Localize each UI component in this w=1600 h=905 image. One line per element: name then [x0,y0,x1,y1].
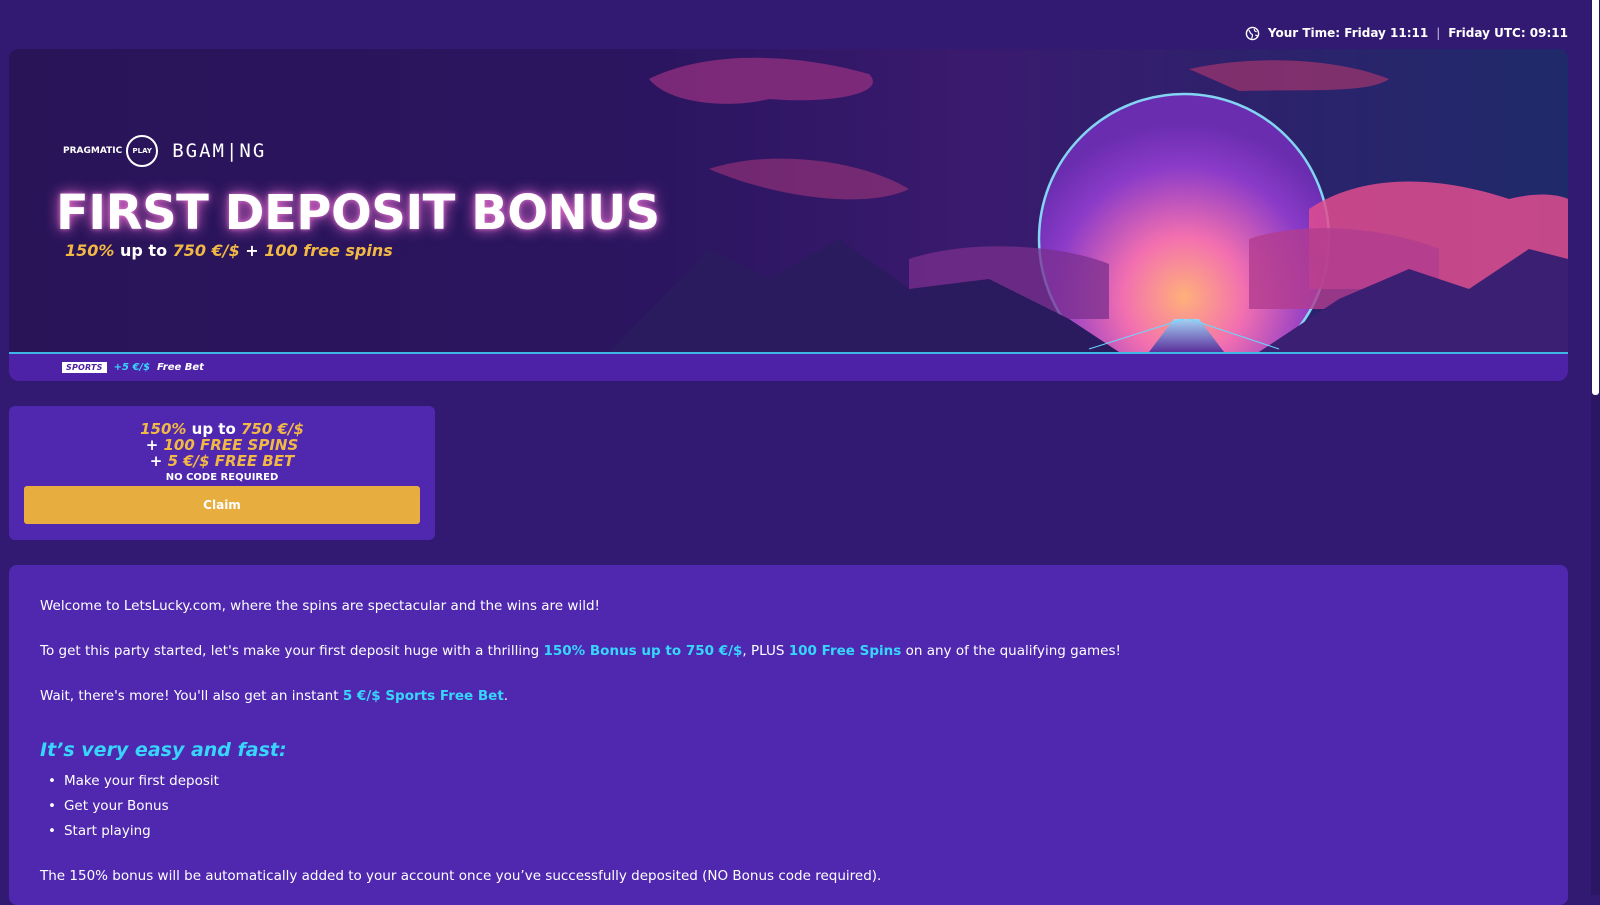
bonus-description: Welcome to LetsLucky.com, where the spin… [9,565,1568,905]
list-item: Make your first deposit [48,769,1537,794]
claim-button[interactable]: Claim [24,486,420,524]
free-bet-label: Free Bet [157,362,204,373]
steps-list: Make your first deposit Get your Bonus S… [48,769,1537,844]
free-bet-paragraph: Wait, there's more! You'll also get an i… [40,688,509,704]
free-bet-amount: +5 €/$ [113,362,151,373]
easy-fast-heading: It’s very easy and fast: [40,739,287,761]
sports-free-bet-strip: SPORTS +5 €/$ Free Bet [9,352,1568,381]
utc-time: Friday UTC: 09:11 [1448,26,1568,40]
list-item: Start playing [48,819,1537,844]
scrollbar-track[interactable] [1591,0,1600,895]
provider-logos: PRAGMATIC PLAY BGAM|NG [63,135,266,167]
offer-spins-line: + 100 FREE SPINS [145,436,299,454]
time-bar: Your Time: Friday 11:11 | Friday UTC: 09… [1245,22,1568,44]
bonus-paragraph: To get this party started, let's make yo… [40,643,1121,659]
offer-card: 150% up to 750 €/$ + 100 FREE SPINS + 5 … [9,406,435,540]
list-item: Get your Bonus [48,794,1537,819]
local-time: Your Time: Friday 11:11 [1267,26,1429,40]
hero-subtitle: 150% up to 750 €/$ + 100 free spins [65,241,393,260]
offer-bet-line: + 5 €/$ FREE BET [149,452,295,470]
offer-bonus-line: 150% up to 750 €/$ [140,420,304,438]
hero-banner: PRAGMATIC PLAY BGAM|NG FIRST DEPOSIT BON… [9,49,1568,381]
bgaming-logo: BGAM|NG [172,140,267,162]
globe-icon [1245,26,1260,40]
no-code-required: NO CODE REQUIRED [165,472,279,483]
pragmatic-play-logo: PRAGMATIC PLAY [63,135,159,167]
hero-title: FIRST DEPOSIT BONUS [56,185,660,241]
time-separator: | [1436,26,1441,40]
sports-logo: SPORTS [62,362,107,373]
auto-bonus-note: The 150% bonus will be automatically add… [40,868,882,884]
welcome-text: Welcome to LetsLucky.com, where the spin… [40,598,600,614]
scrollbar-thumb[interactable] [1592,0,1599,395]
